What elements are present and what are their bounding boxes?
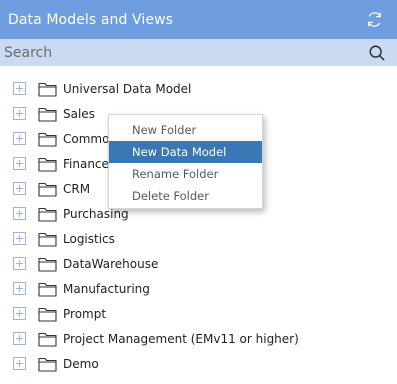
tree-item-label: Prompt	[63, 306, 107, 321]
expand-icon[interactable]	[13, 232, 26, 245]
folder-icon	[38, 156, 57, 172]
tree-item-label: Manufacturing	[63, 281, 150, 296]
menu-item-delete-folder[interactable]: Delete Folder	[109, 185, 262, 207]
context-menu: New Folder New Data Model Rename Folder …	[108, 114, 263, 209]
tree-item-label: CRM	[63, 181, 91, 196]
folder-icon	[38, 106, 57, 122]
tree-item[interactable]: Universal Data Model	[0, 76, 397, 101]
expand-icon[interactable]	[13, 257, 26, 270]
expand-icon[interactable]	[13, 357, 26, 370]
expand-icon[interactable]	[13, 132, 26, 145]
menu-item-new-data-model[interactable]: New Data Model	[109, 141, 262, 163]
folder-icon	[38, 131, 57, 147]
folder-icon	[38, 231, 57, 247]
tree-item[interactable]: Logistics	[0, 226, 397, 251]
expand-icon[interactable]	[13, 282, 26, 295]
folder-icon	[38, 331, 57, 347]
folder-icon	[38, 181, 57, 197]
folder-icon	[38, 206, 57, 222]
tree-item[interactable]: Project Management (EMv11 or higher)	[0, 326, 397, 351]
tree-item-label: Finance	[63, 156, 109, 171]
search-bar	[0, 39, 397, 66]
folder-icon	[38, 256, 57, 272]
folder-icon	[38, 306, 57, 322]
expand-icon[interactable]	[13, 182, 26, 195]
expand-icon[interactable]	[13, 157, 26, 170]
refresh-icon[interactable]	[365, 11, 383, 29]
tree-item-label: Logistics	[63, 231, 115, 246]
expand-icon[interactable]	[13, 207, 26, 220]
panel-header: Data Models and Views	[0, 0, 397, 39]
folder-icon	[38, 281, 57, 297]
search-input[interactable]	[4, 44, 367, 61]
menu-item-rename-folder[interactable]: Rename Folder	[109, 163, 262, 185]
panel-title: Data Models and Views	[8, 11, 174, 28]
menu-item-new-folder[interactable]: New Folder	[109, 119, 262, 141]
tree-item-label: Universal Data Model	[63, 81, 192, 96]
tree-item-label: Sales	[63, 106, 95, 121]
folder-icon	[38, 356, 57, 372]
expand-icon[interactable]	[13, 332, 26, 345]
tree-item-label: Demo	[63, 356, 99, 371]
search-icon[interactable]	[367, 43, 387, 63]
folder-icon	[38, 81, 57, 97]
tree-item[interactable]: Demo	[0, 351, 397, 376]
tree-item[interactable]: DataWarehouse	[0, 251, 397, 276]
tree-item[interactable]: Manufacturing	[0, 276, 397, 301]
tree-item[interactable]: Prompt	[0, 301, 397, 326]
tree-item-label: Project Management (EMv11 or higher)	[63, 331, 299, 346]
expand-icon[interactable]	[13, 107, 26, 120]
tree-item-label: DataWarehouse	[63, 256, 159, 271]
expand-icon[interactable]	[13, 82, 26, 95]
expand-icon[interactable]	[13, 307, 26, 320]
